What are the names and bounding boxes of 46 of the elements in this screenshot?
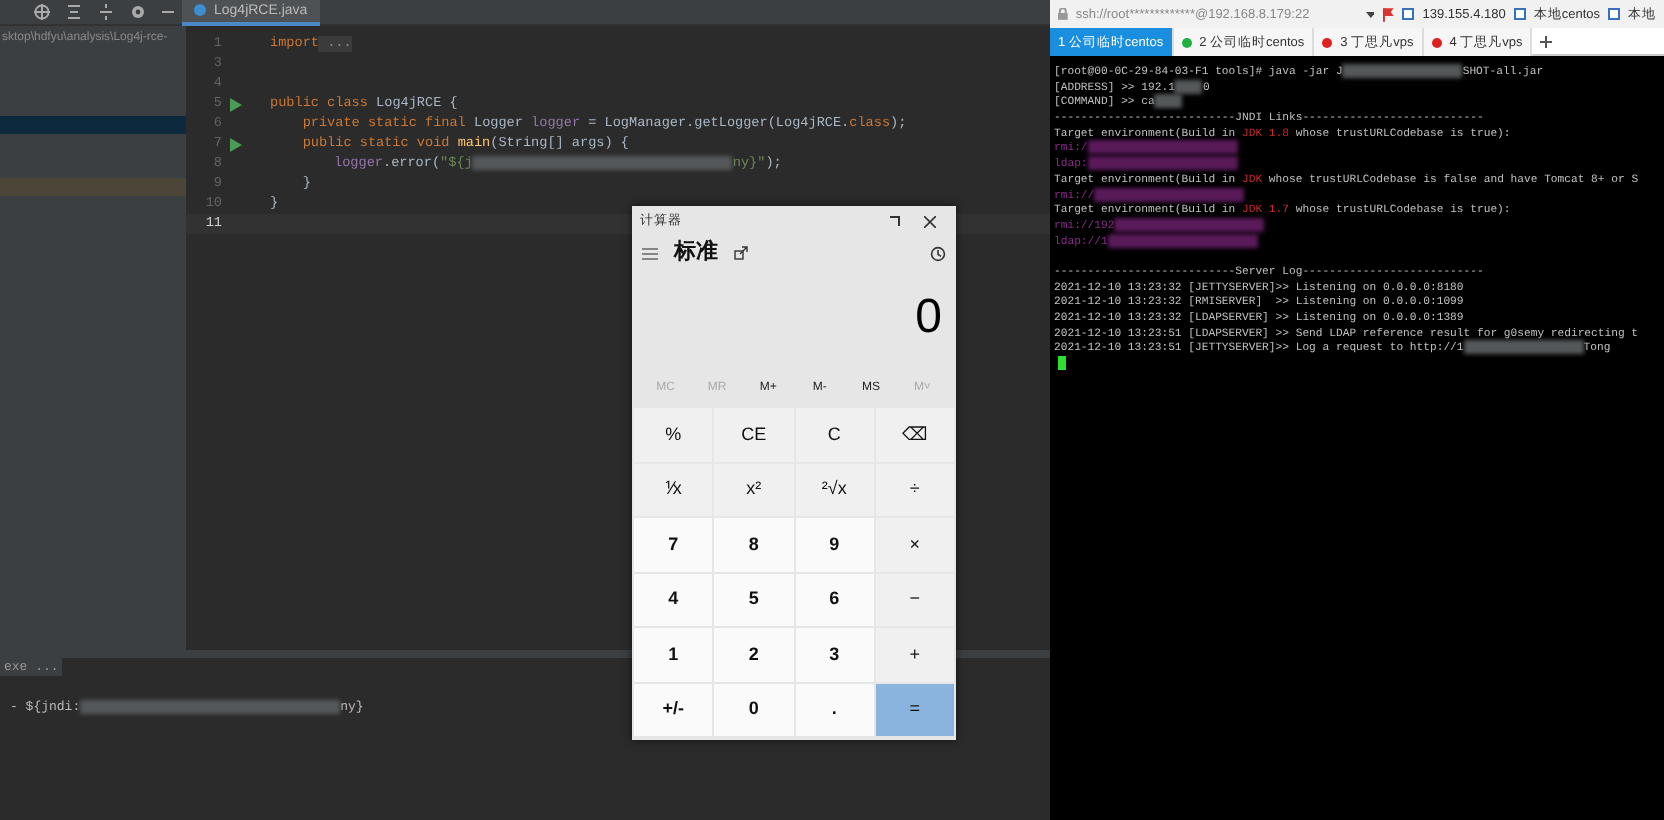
page-icon bbox=[1608, 8, 1621, 20]
calculator-key[interactable]: 0 bbox=[714, 683, 793, 736]
calculator-key[interactable]: + bbox=[875, 628, 954, 681]
align-icon[interactable] bbox=[66, 4, 82, 20]
lock-icon bbox=[1058, 8, 1068, 20]
keep-on-top-icon[interactable] bbox=[734, 246, 748, 260]
dropdown-caret-icon[interactable] bbox=[1365, 11, 1375, 17]
calculator-key[interactable]: ⅟x bbox=[634, 463, 713, 516]
calculator-key[interactable]: C bbox=[795, 408, 874, 461]
calculator-key[interactable]: 9 bbox=[795, 518, 874, 571]
calculator-key[interactable]: CE bbox=[714, 408, 793, 461]
calculator-key[interactable]: 6 bbox=[795, 573, 874, 626]
calculator-key[interactable]: 3 bbox=[795, 628, 874, 681]
flag-icon[interactable] bbox=[1382, 7, 1395, 21]
menu-icon[interactable] bbox=[642, 247, 658, 259]
calculator-key[interactable]: 1 bbox=[634, 628, 713, 681]
calculator-key[interactable]: 8 bbox=[714, 518, 793, 571]
calculator-key[interactable]: × bbox=[875, 518, 954, 571]
calculator-key[interactable]: 5 bbox=[714, 573, 793, 626]
calculator-key[interactable]: 4 bbox=[634, 573, 713, 626]
java-file-icon bbox=[194, 4, 206, 16]
page-icon bbox=[1402, 8, 1415, 20]
run-icon[interactable] bbox=[230, 97, 242, 111]
calculator-key[interactable]: ⌫ bbox=[875, 408, 954, 461]
add-tab-icon[interactable] bbox=[1540, 36, 1553, 48]
calculator-key[interactable]: ÷ bbox=[875, 463, 954, 516]
close-icon[interactable] bbox=[924, 215, 936, 227]
target-icon[interactable] bbox=[34, 4, 50, 20]
maximize-icon[interactable] bbox=[890, 216, 900, 226]
text-cursor bbox=[1058, 356, 1066, 371]
calculator-key[interactable]: 2 bbox=[714, 628, 793, 681]
calculator-key[interactable]: 7 bbox=[634, 518, 713, 571]
history-icon[interactable] bbox=[930, 245, 946, 261]
calculator-key[interactable]: = bbox=[875, 683, 954, 736]
collapse-icon[interactable] bbox=[98, 4, 114, 20]
display-value: 0 bbox=[913, 288, 944, 348]
calculator-key[interactable]: ²√x bbox=[795, 463, 874, 516]
calculator-key[interactable]: . bbox=[795, 683, 874, 736]
mode-title: 标准 bbox=[674, 237, 718, 269]
run-icon[interactable] bbox=[230, 137, 242, 151]
page-icon bbox=[1513, 8, 1526, 20]
calculator-key[interactable]: − bbox=[875, 573, 954, 626]
calculator-key[interactable]: x² bbox=[714, 463, 793, 516]
calculator-key[interactable]: % bbox=[634, 408, 713, 461]
settings-icon[interactable] bbox=[130, 4, 146, 20]
calculator-key[interactable]: +/- bbox=[634, 683, 713, 736]
